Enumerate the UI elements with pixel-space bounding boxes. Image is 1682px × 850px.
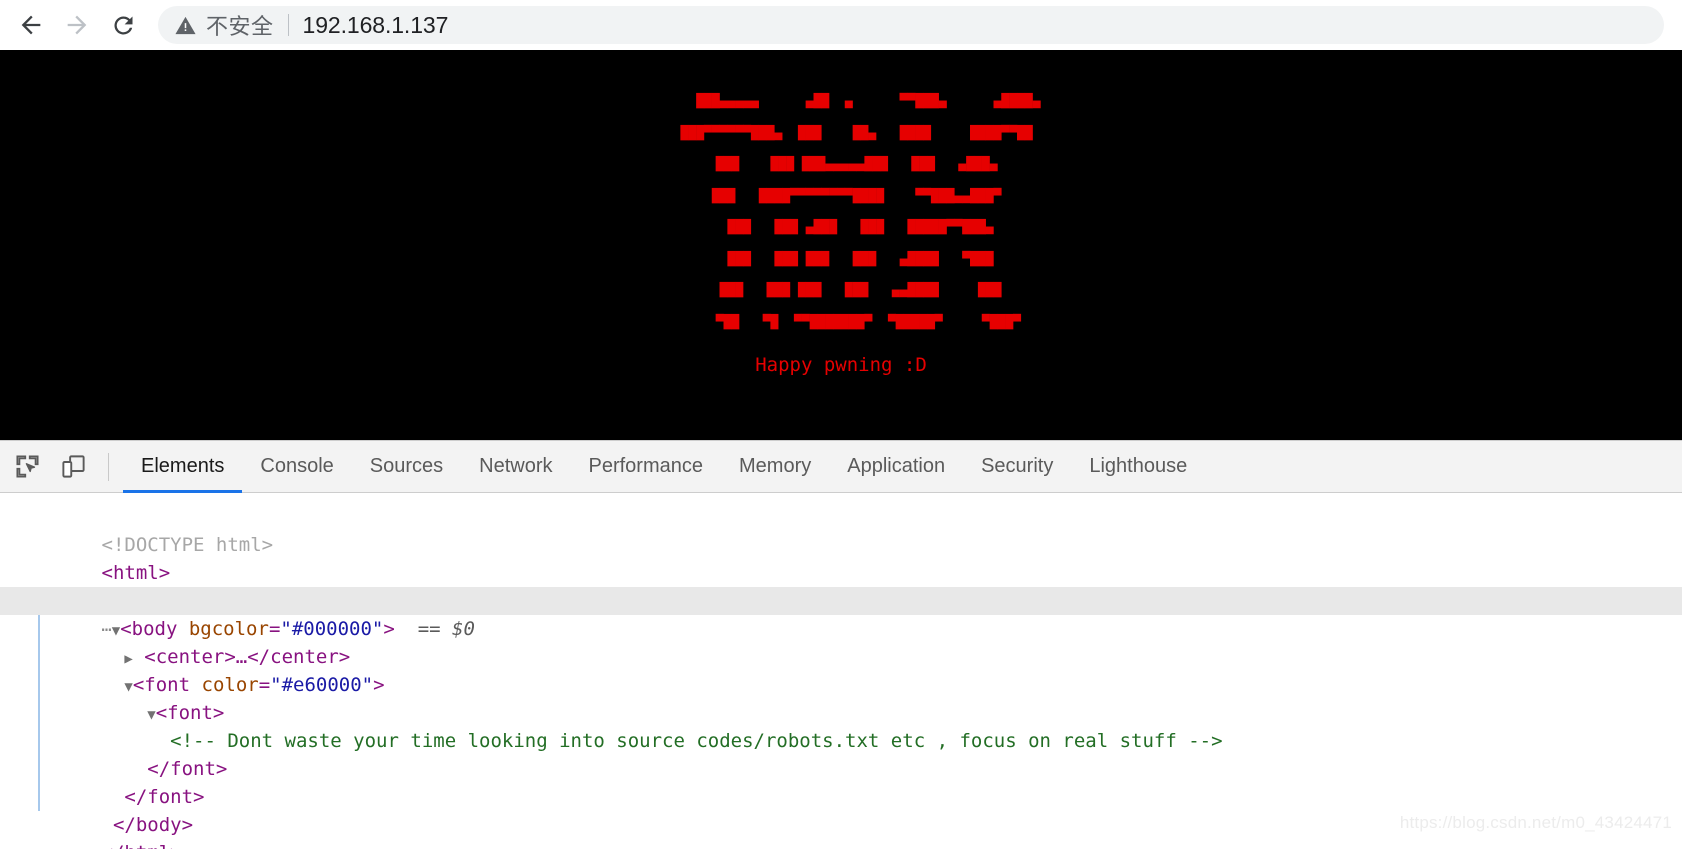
- dom-row-font-outer[interactable]: ▼<font color="#e60000">: [0, 643, 1682, 696]
- devtools-tab-list: Elements Console Sources Network Perform…: [123, 441, 1682, 493]
- address-bar[interactable]: 不安全 192.168.1.137: [158, 6, 1664, 44]
- dom-row-doctype[interactable]: <!DOCTYPE html>: [0, 503, 1682, 556]
- page-viewport: ███▄▄▄▄▄ ▄██ ▄ ▀▀███▄ ▄████▄ ███▀▀▀▀▀▀██…: [0, 50, 1682, 440]
- security-status-label: 不安全: [206, 15, 274, 40]
- tab-elements[interactable]: Elements: [123, 441, 243, 493]
- ascii-art-container: ███▄▄▄▄▄ ▄██ ▄ ▀▀███▄ ▄████▄ ███▀▀▀▀▀▀██…: [0, 50, 1682, 376]
- dom-row-font-inner[interactable]: ▼<font>: [0, 671, 1682, 724]
- tab-lighthouse[interactable]: Lighthouse: [1071, 441, 1205, 493]
- html-close-tag: </html>: [102, 842, 182, 849]
- tagline-text: Happy pwning :D: [755, 354, 927, 376]
- devtools-panel: Elements Console Sources Network Perform…: [0, 440, 1682, 850]
- dom-row-head[interactable]: ▶ <head>…</head>: [0, 559, 1682, 612]
- tab-security[interactable]: Security: [963, 441, 1071, 493]
- devtools-toolbar: Elements Console Sources Network Perform…: [0, 441, 1682, 493]
- forward-button[interactable]: [54, 2, 100, 48]
- inspect-element-button[interactable]: [4, 444, 50, 490]
- dom-row-html-open[interactable]: <html>: [0, 531, 1682, 584]
- dom-row-font-inner-close[interactable]: </font>: [0, 727, 1682, 780]
- dom-row-body-open[interactable]: ⋯▼<body bgcolor="#000000"> == $0: [0, 587, 1682, 640]
- dom-row-body-close[interactable]: </body>: [0, 783, 1682, 836]
- reload-button[interactable]: [100, 2, 146, 48]
- warning-triangle-icon: [174, 14, 197, 37]
- toolbar-divider: [108, 452, 109, 481]
- back-arrow-icon: [21, 15, 41, 35]
- back-button[interactable]: [8, 2, 54, 48]
- tab-sources[interactable]: Sources: [352, 441, 461, 493]
- device-toolbar-button[interactable]: [50, 444, 96, 490]
- dom-row-center[interactable]: ▶ <center>…</center>: [0, 615, 1682, 668]
- watermark-text: https://blog.csdn.net/m0_43424471: [1399, 813, 1672, 832]
- tab-network[interactable]: Network: [461, 441, 570, 493]
- reload-icon: [113, 15, 132, 34]
- device-toolbar-icon: [61, 455, 85, 478]
- dom-row-comment[interactable]: <!-- Dont waste your time looking into s…: [0, 699, 1682, 752]
- dom-tree[interactable]: <!DOCTYPE html> <html> ▶ <head>…</head> …: [0, 493, 1682, 849]
- forward-arrow-icon: [67, 15, 87, 35]
- tab-performance[interactable]: Performance: [571, 441, 722, 493]
- tab-memory[interactable]: Memory: [721, 441, 829, 493]
- omnibox-divider: [287, 14, 289, 36]
- inspect-element-icon: [15, 455, 39, 478]
- ascii-art-banner: ███▄▄▄▄▄ ▄██ ▄ ▀▀███▄ ▄████▄ ███▀▀▀▀▀▀██…: [680, 94, 1041, 330]
- dom-row-font-outer-close[interactable]: </font>: [0, 755, 1682, 808]
- tab-console[interactable]: Console: [242, 441, 351, 493]
- browser-toolbar: 不安全 192.168.1.137: [0, 0, 1682, 50]
- tab-application[interactable]: Application: [829, 441, 963, 493]
- url-text: 192.168.1.137: [302, 11, 449, 38]
- browser-window: 不安全 192.168.1.137 ███▄▄▄▄▄ ▄██ ▄ ▀▀███▄ …: [0, 0, 1682, 850]
- indent-guide: [38, 615, 40, 811]
